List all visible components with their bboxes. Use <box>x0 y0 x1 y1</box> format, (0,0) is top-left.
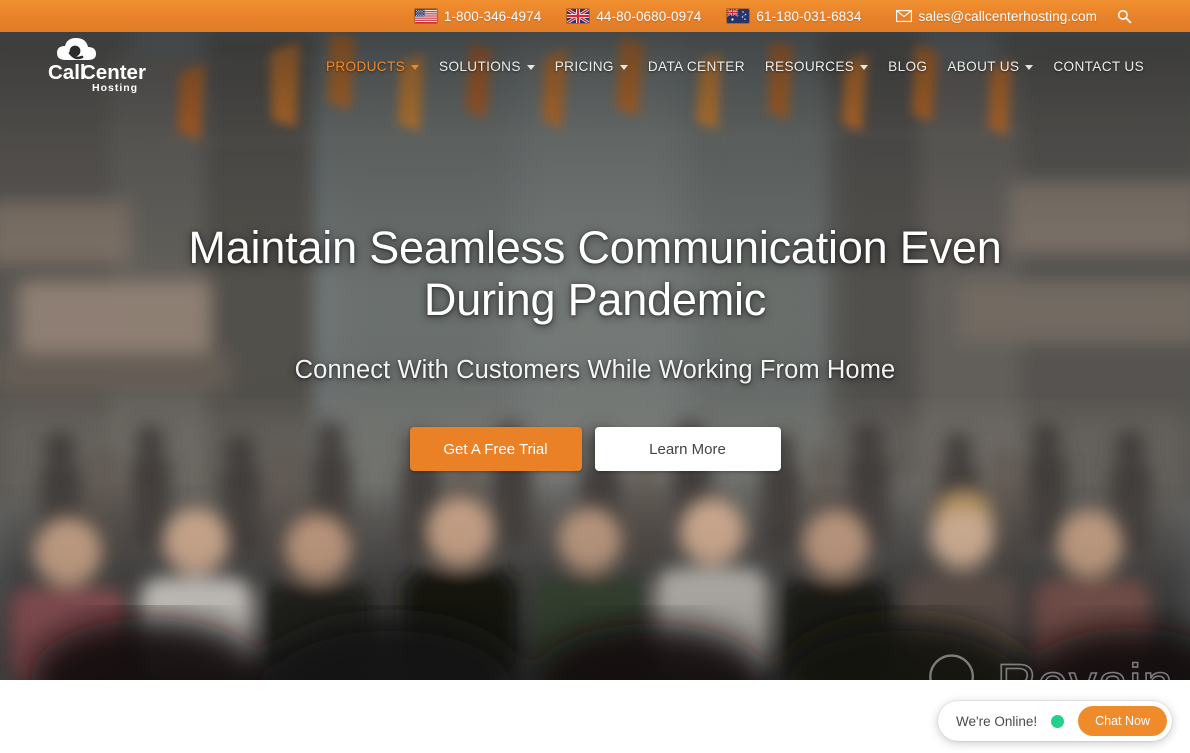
hero-cta-row: Get A Free Trial Learn More <box>409 427 781 472</box>
uk-flag-icon <box>567 9 590 23</box>
hero-overlay <box>0 32 1190 680</box>
chat-now-button[interactable]: Chat Now <box>1078 706 1167 736</box>
nav-item-blog-label: BLOG <box>888 58 928 74</box>
nav-item-resources-label: RESOURCES <box>764 58 855 74</box>
page-root: 1-800-346-4974 44-80-0680-0974 61-180-03… <box>0 0 1190 753</box>
nav-item-pricing[interactable]: PRICING <box>545 53 638 80</box>
hero-banner <box>0 32 1190 680</box>
nav-item-about-us-label: ABOUT US <box>947 58 1020 74</box>
contact-phone-us[interactable]: 1-800-346-4974 <box>414 8 542 24</box>
au-flag-icon <box>727 9 750 23</box>
nav-item-data-center-label: DATA CENTER <box>647 58 745 74</box>
contact-phone-us-label: 1-800-346-4974 <box>443 8 542 24</box>
chat-status-label: We're Online! <box>955 713 1038 729</box>
us-flag-icon <box>414 9 437 23</box>
nav-item-contact-us-label: CONTACT US <box>1053 58 1144 74</box>
svg-text:Call: Call <box>48 61 86 84</box>
chevron-down-icon <box>526 64 535 70</box>
envelope-icon <box>895 10 912 22</box>
chevron-down-icon <box>619 64 628 70</box>
contact-email-label: sales@callcenterhosting.com <box>918 8 1097 24</box>
chevron-down-icon <box>1025 64 1034 70</box>
nav-item-contact-us[interactable]: CONTACT US <box>1043 53 1154 80</box>
cloud-headset-icon <box>57 38 96 60</box>
nav-item-products[interactable]: PRODUCTS <box>316 53 429 80</box>
contact-phone-uk-label: 44-80-0680-0974 <box>596 8 702 24</box>
online-status-dot-icon <box>1051 714 1065 728</box>
nav-item-data-center[interactable]: DATA CENTER <box>638 53 755 80</box>
nav-item-pricing-label: PRICING <box>554 58 614 74</box>
chevron-down-icon <box>860 64 869 70</box>
nav-item-about-us[interactable]: ABOUT US <box>937 53 1043 80</box>
svg-text:Hosting: Hosting <box>92 82 138 94</box>
nav-item-resources[interactable]: RESOURCES <box>755 53 878 80</box>
top-contact-bar: 1-800-346-4974 44-80-0680-0974 61-180-03… <box>0 0 1190 32</box>
contact-phone-au[interactable]: 61-180-031-6834 <box>727 9 861 24</box>
svg-text:Center: Center <box>81 61 146 84</box>
site-header: Call Center Hosting PRODUCTS SOLUTIONS P… <box>0 32 1190 100</box>
contact-phone-au-label: 61-180-031-6834 <box>756 8 862 24</box>
search-icon[interactable] <box>1117 9 1132 24</box>
chat-widget[interactable]: We're Online! Chat Now <box>937 701 1172 741</box>
main-navigation: PRODUCTS SOLUTIONS PRICING DATA CENTER R… <box>316 32 1154 100</box>
site-logo[interactable]: Call Center Hosting <box>44 38 164 96</box>
contact-phone-uk[interactable]: 44-80-0680-0974 <box>567 9 701 24</box>
contact-email[interactable]: sales@callcenterhosting.com <box>895 8 1097 24</box>
learn-more-button[interactable]: Learn More <box>594 427 781 472</box>
nav-item-solutions[interactable]: SOLUTIONS <box>429 53 545 80</box>
nav-item-blog[interactable]: BLOG <box>878 53 937 80</box>
nav-item-products-label: PRODUCTS <box>325 58 406 74</box>
nav-item-solutions-label: SOLUTIONS <box>439 58 521 74</box>
chevron-down-icon <box>411 64 420 70</box>
get-free-trial-button[interactable]: Get A Free Trial <box>409 427 582 472</box>
